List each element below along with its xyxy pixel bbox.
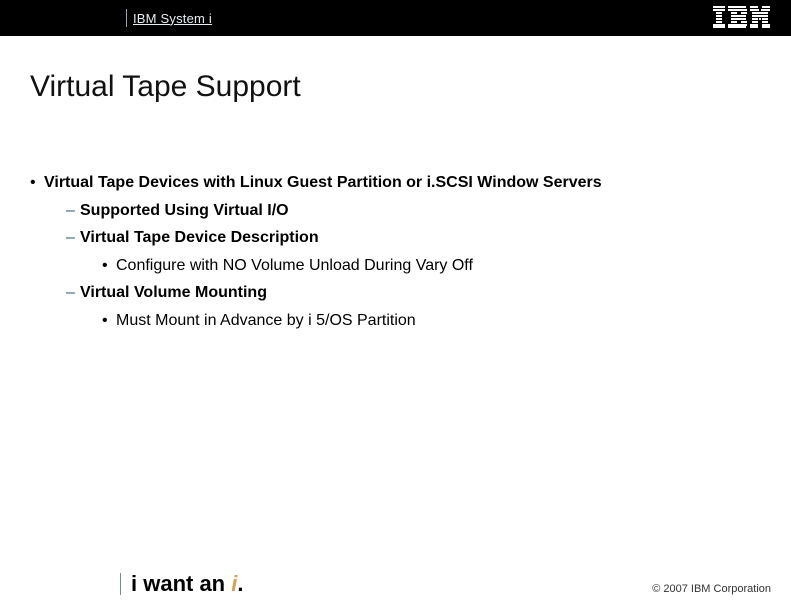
bullet-level3: Configure with NO Volume Unload During V… bbox=[30, 253, 761, 279]
slide-title: Virtual Tape Support bbox=[30, 70, 301, 104]
footer-copyright: © 2007 IBM Corporation bbox=[652, 583, 771, 595]
footer-separator bbox=[120, 573, 121, 595]
bullet-level3: Must Mount in Advance by i 5/OS Partitio… bbox=[30, 308, 761, 334]
footer-tagline: i want an i. bbox=[131, 571, 244, 597]
bullet-level2: Supported Using Virtual I/O bbox=[30, 198, 761, 224]
slide-header: IBM System i bbox=[0, 0, 791, 36]
ibm-logo-icon bbox=[713, 6, 771, 28]
slide: IBM System i bbox=[0, 0, 791, 609]
header-left: IBM System i bbox=[120, 0, 212, 36]
tagline-suffix: . bbox=[237, 571, 243, 596]
bullet-level1: Virtual Tape Devices with Linux Guest Pa… bbox=[30, 170, 761, 196]
bullet-level2: Virtual Tape Device Description bbox=[30, 225, 761, 251]
header-product-label: IBM System i bbox=[133, 11, 212, 26]
slide-footer: i want an i. © 2007 IBM Corporation bbox=[0, 569, 791, 599]
tagline-prefix: i want an bbox=[131, 571, 231, 596]
footer-left: i want an i. bbox=[120, 571, 244, 597]
header-separator bbox=[126, 9, 127, 27]
slide-content: Virtual Tape Devices with Linux Guest Pa… bbox=[30, 170, 761, 336]
bullet-level2: Virtual Volume Mounting bbox=[30, 280, 761, 306]
